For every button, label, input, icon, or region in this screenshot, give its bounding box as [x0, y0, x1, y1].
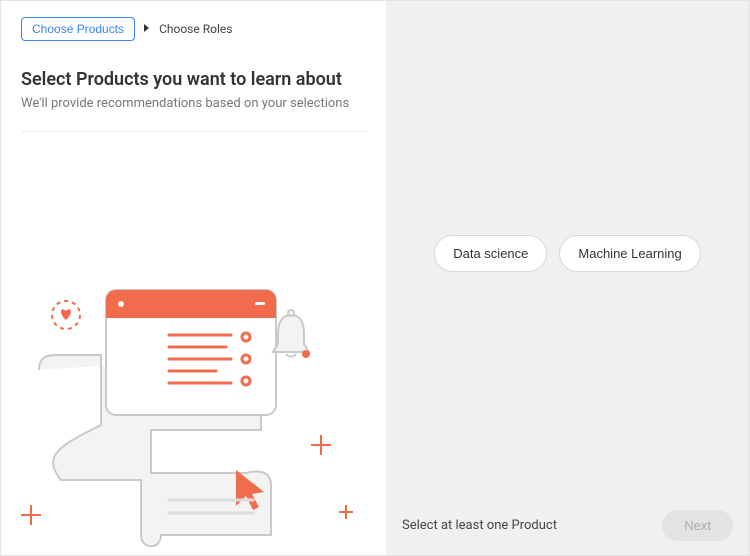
chevron-right-icon: [143, 22, 151, 36]
product-chip-machine-learning[interactable]: Machine Learning: [559, 235, 700, 272]
right-pane: Data science Machine Learning Select at …: [386, 1, 749, 555]
breadcrumb: Choose Products Choose Roles: [21, 17, 366, 41]
divider: [21, 131, 366, 132]
footer-message: Select at least one Product: [402, 518, 557, 533]
breadcrumb-step-current[interactable]: Choose Products: [21, 17, 135, 41]
illustration: [1, 255, 386, 555]
product-chip-data-science[interactable]: Data science: [434, 235, 547, 272]
breadcrumb-step-next: Choose Roles: [159, 22, 232, 36]
product-chip-row: Data science Machine Learning: [386, 235, 749, 272]
footer-bar: Select at least one Product Next: [386, 496, 749, 555]
left-pane: Choose Products Choose Roles Select Prod…: [1, 1, 386, 555]
app-container: Choose Products Choose Roles Select Prod…: [0, 0, 750, 556]
next-button[interactable]: Next: [662, 510, 733, 541]
page-title: Select Products you want to learn about: [21, 69, 366, 90]
page-subtitle: We'll provide recommendations based on y…: [21, 96, 366, 111]
